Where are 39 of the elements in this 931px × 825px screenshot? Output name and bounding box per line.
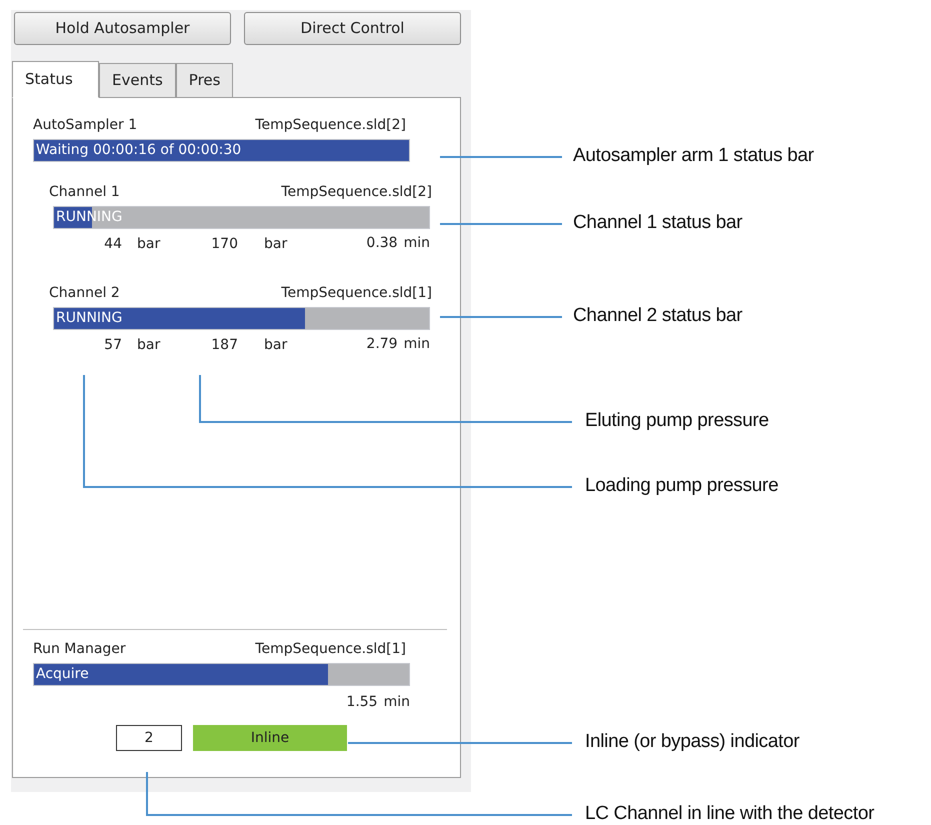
unit-label: min — [404, 334, 430, 354]
sequence-name: TempSequence.sld[2] — [281, 183, 432, 202]
callout-label: Autosampler arm 1 status bar — [573, 144, 814, 168]
section-title: Run Manager — [33, 640, 126, 659]
pressure-value: 187 — [211, 337, 238, 353]
status-text: Waiting 00:00:16 of 00:00:30 — [36, 141, 242, 160]
unit-label: bar — [264, 337, 288, 353]
inline-indicator: Inline — [193, 725, 347, 751]
toolbar-button[interactable]: Direct Control — [244, 12, 461, 45]
time-value: 0.38 — [366, 234, 398, 252]
channel-number-field: 2 — [116, 725, 182, 751]
unit-label: bar — [137, 236, 160, 252]
pressure-value: 170 — [211, 236, 238, 252]
section-title: Channel 1 — [49, 183, 120, 202]
callout-label: Loading pump pressure — [585, 474, 778, 498]
tab[interactable]: Status — [12, 61, 99, 98]
callout-label: LC Channel in line with the detector — [585, 802, 874, 825]
pressure-value: 57 — [104, 337, 122, 353]
section-title: Channel 2 — [49, 284, 120, 303]
time-value: 2.79 — [366, 334, 398, 354]
status-text: RUNNING — [56, 309, 122, 328]
unit-label: bar — [137, 337, 160, 353]
callout-label: Eluting pump pressure — [585, 409, 769, 433]
tab[interactable]: Pres — [176, 63, 234, 97]
unit-label: min — [384, 693, 410, 712]
sequence-name: TempSequence.sld[2] — [255, 116, 406, 135]
unit-label: min — [404, 234, 430, 252]
pressure-value: 44 — [104, 236, 122, 252]
callout-label: Inline (or bypass) indicator — [585, 730, 800, 754]
sequence-name: TempSequence.sld[1] — [255, 640, 406, 659]
unit-label: bar — [264, 236, 288, 252]
callout-label: Channel 1 status bar — [573, 211, 742, 235]
tab[interactable]: Events — [99, 63, 176, 97]
callout-label: Channel 2 status bar — [573, 304, 742, 328]
sequence-name: TempSequence.sld[1] — [281, 284, 432, 303]
status-text: Acquire — [36, 665, 89, 684]
section-title: AutoSampler 1 — [33, 116, 138, 135]
toolbar-button[interactable]: Hold Autosampler — [14, 12, 231, 45]
time-value: 1.55 — [346, 693, 378, 712]
